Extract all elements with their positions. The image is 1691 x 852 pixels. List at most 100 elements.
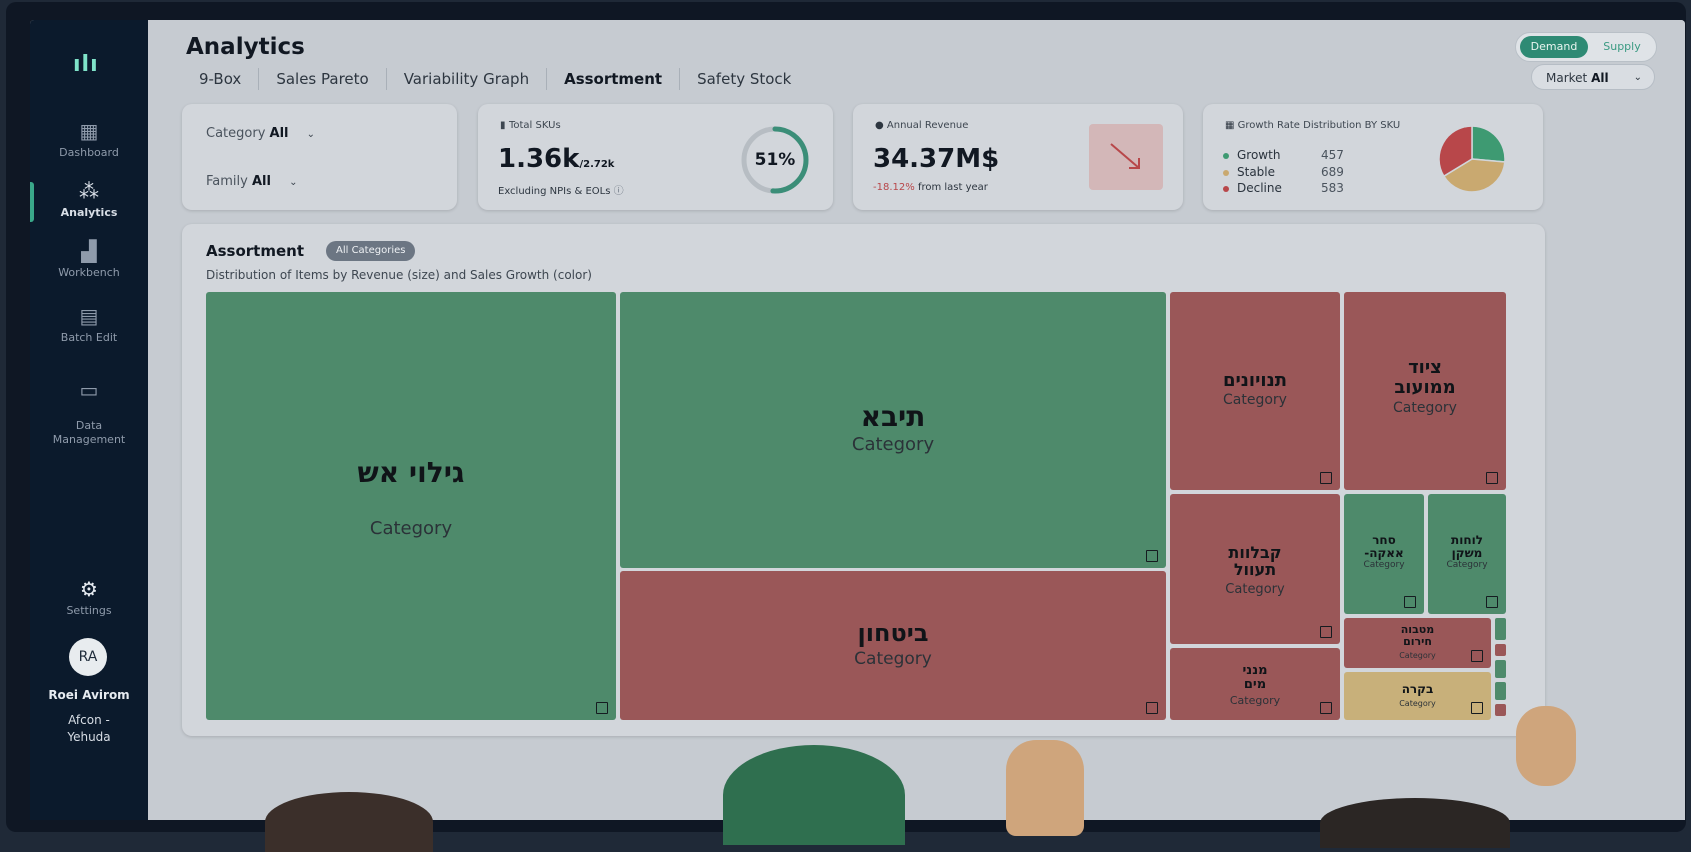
family-filter[interactable]: Family All ⌄ <box>206 174 298 189</box>
sidebar-item-label: Batch Edit <box>60 331 118 344</box>
sidebar-item-label: Dashboard <box>59 146 119 159</box>
external-link-icon[interactable] <box>596 702 608 714</box>
chart-icon: ▟ <box>81 239 97 263</box>
info-icon: ⓘ <box>613 186 624 197</box>
treemap-mini-tile[interactable] <box>1495 618 1506 640</box>
sidebar-item-label: Workbench <box>58 266 120 279</box>
assortment-subtitle: Distribution of Items by Revenue (size) … <box>206 268 592 282</box>
sidebar-item-analytics[interactable]: ⁂ Analytics <box>30 180 148 219</box>
sidebar: ılı ▦ Dashboard ⁂ Analytics ▟ Workbench … <box>30 20 148 820</box>
treemap-mini-tile[interactable] <box>1495 660 1506 678</box>
total-skus-value: 1.36k/2.72k <box>498 144 615 174</box>
assortment-title: Assortment <box>206 242 304 260</box>
treemap-tile[interactable]: מטבוה חירום Category <box>1344 618 1491 668</box>
treemap-mini-tile[interactable] <box>1495 704 1506 716</box>
market-label: Market <box>1546 71 1588 85</box>
all-categories-chip[interactable]: All Categories <box>326 241 416 261</box>
growth-pie-chart <box>1438 125 1506 193</box>
growth-distribution-label: ▦ Growth Rate Distribution BY SKU <box>1225 120 1401 131</box>
tab-sales-pareto[interactable]: Sales Pareto <box>259 68 387 90</box>
thumbs-up-hand-illustration <box>1516 706 1576 786</box>
treemap-tile[interactable]: קבלוות תעוול Category <box>1170 494 1340 644</box>
gear-icon: ⚙ <box>80 577 98 601</box>
grid-icon: ▦ <box>79 119 99 143</box>
external-link-icon[interactable] <box>1320 702 1332 714</box>
app-logo-icon: ılı <box>73 52 99 77</box>
thumbs-up-hand-illustration <box>1006 740 1084 836</box>
pie-slice-growth <box>1471 125 1506 163</box>
treemap-mini-tile[interactable] <box>1495 644 1506 656</box>
treemap-tile[interactable]: גילוי אש Category <box>206 292 616 720</box>
filters-card: Category All ⌄ Family All ⌄ <box>182 104 457 210</box>
user-name: Roei Avirom <box>48 688 130 702</box>
annual-revenue-value: 34.37M$ <box>873 144 1000 174</box>
person-cap-illustration <box>723 745 905 845</box>
tab-safety-stock[interactable]: Safety Stock <box>680 68 808 90</box>
sidebar-item-dashboard[interactable]: ▦ Dashboard <box>30 120 148 159</box>
category-filter[interactable]: Category All ⌄ <box>206 126 315 141</box>
tab-assortment[interactable]: Assortment <box>547 68 681 90</box>
supply-option[interactable]: Supply <box>1592 36 1652 58</box>
squares-icon: ▦ <box>1225 120 1238 131</box>
person-head-illustration <box>265 792 433 852</box>
external-link-icon[interactable] <box>1320 626 1332 638</box>
person-head-illustration <box>1320 798 1510 848</box>
chevron-down-icon: ⌄ <box>306 129 316 140</box>
sidebar-item-label: Analytics <box>60 206 118 219</box>
folder-icon: ▭ <box>79 378 99 402</box>
external-link-icon[interactable] <box>1486 472 1498 484</box>
treemap-tile[interactable]: תיבא Category <box>620 292 1166 568</box>
treemap-mini-tile[interactable] <box>1495 682 1506 700</box>
tab-bar: 9-Box Sales Pareto Variability Graph Ass… <box>182 68 808 90</box>
sidebar-item-batch-edit[interactable]: ▤ Batch Edit <box>30 305 148 344</box>
external-link-icon[interactable] <box>1320 472 1332 484</box>
external-link-icon[interactable] <box>1471 702 1483 714</box>
avatar[interactable]: RA <box>69 638 107 676</box>
treemap-tile[interactable]: לוחות משקן Category <box>1428 494 1506 614</box>
demand-supply-toggle: Demand Supply <box>1515 32 1657 62</box>
treemap-tile[interactable]: ביטחון Category <box>620 571 1166 720</box>
category-value: All <box>269 126 289 141</box>
treemap-tile[interactable]: תנויונים Category <box>1170 292 1340 490</box>
main-content: Analytics 9-Box Sales Pareto Variability… <box>148 20 1685 820</box>
market-value: All <box>1591 71 1609 85</box>
annual-revenue-card: ● Annual Revenue 34.37M$ -18.12% from la… <box>853 104 1183 210</box>
treemap-tile[interactable]: ציוד ממועוב Category <box>1344 292 1506 490</box>
total-skus-note: Excluding NPIs & EOLs ⓘ <box>498 186 624 197</box>
assortment-card: Assortment All Categories Distribution o… <box>182 224 1545 736</box>
app-screen: ılı ▦ Dashboard ⁂ Analytics ▟ Workbench … <box>30 20 1685 820</box>
sidebar-item-label: Settings <box>66 604 112 617</box>
external-link-icon[interactable] <box>1486 596 1498 608</box>
total-skus-of-total: /2.72k <box>579 159 615 170</box>
tab-9-box[interactable]: 9-Box <box>182 68 260 90</box>
sidebar-item-label: Data Management <box>52 419 126 446</box>
legend-growth: Growth 457 <box>1223 148 1344 162</box>
annual-revenue-label: ● Annual Revenue <box>875 120 969 131</box>
external-link-icon[interactable] <box>1146 550 1158 562</box>
treemap-tile[interactable]: מנני מים Category <box>1170 648 1340 720</box>
legend-stable: Stable 689 <box>1223 165 1344 179</box>
tab-variability-graph[interactable]: Variability Graph <box>387 68 548 90</box>
external-link-icon[interactable] <box>1404 596 1416 608</box>
trend-down-icon <box>1089 124 1163 190</box>
chevron-down-icon: ⌄ <box>289 177 298 188</box>
treemap-tile[interactable]: בקרה Category <box>1344 672 1491 720</box>
annual-revenue-change: -18.12% from last year <box>873 182 988 193</box>
external-link-icon[interactable] <box>1471 650 1483 662</box>
table-icon: ▤ <box>79 304 99 328</box>
bar-chart-icon: ▮ <box>500 120 509 131</box>
sidebar-item-settings[interactable]: ⚙ Settings <box>30 578 148 617</box>
family-value: All <box>251 174 271 189</box>
sidebar-item-workbench[interactable]: ▟ Workbench <box>30 240 148 279</box>
family-label: Family <box>206 174 248 189</box>
chevron-down-icon: ⌄ <box>1633 72 1642 83</box>
treemap-tile[interactable]: סחר אאקה- Category <box>1344 494 1424 614</box>
demand-option[interactable]: Demand <box>1520 36 1588 58</box>
page-title: Analytics <box>186 34 305 60</box>
analytics-icon: ⁂ <box>79 179 99 203</box>
sidebar-item-data-management[interactable]: ▭ Data Management <box>30 365 148 447</box>
external-link-icon[interactable] <box>1146 702 1158 714</box>
legend-decline: Decline 583 <box>1223 181 1344 195</box>
total-skus-card: ▮ Total SKUs 1.36k/2.72k Excluding NPIs … <box>478 104 833 210</box>
market-dropdown[interactable]: Market All ⌄ <box>1531 64 1655 90</box>
